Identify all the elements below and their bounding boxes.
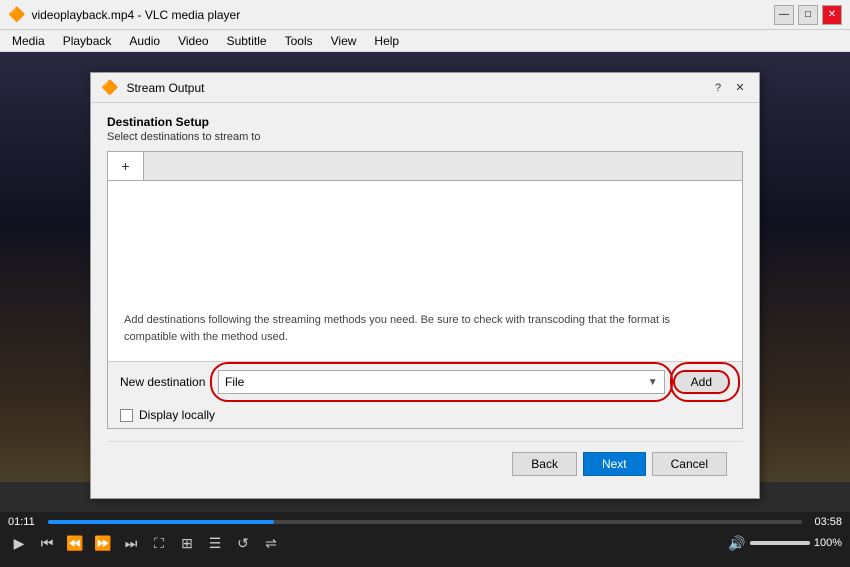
dialog-help-button[interactable]: ?	[709, 79, 727, 97]
volume-icon: 🔊	[728, 535, 745, 552]
prev-button[interactable]: ⏮	[36, 532, 58, 554]
dialog-body: Destination Setup Select destinations to…	[91, 103, 759, 498]
volume-bar[interactable]	[750, 541, 810, 545]
progress-bar-fill	[48, 520, 274, 524]
time-total: 03:58	[806, 516, 842, 528]
fullscreen-button[interactable]: ⛶	[148, 532, 170, 554]
destination-setup-subtitle: Select destinations to stream to	[107, 131, 743, 143]
next-frame-button[interactable]: ⏩	[92, 532, 114, 554]
window-title: videoplayback.mp4 - VLC media player	[31, 8, 240, 22]
play-button[interactable]: ▶	[8, 532, 30, 554]
controls-buttons-row: ▶ ⏮ ⏪ ⏩ ⏭ ⛶ ⊞ ☰ ↺ ⇌ 🔊 100%	[0, 530, 850, 556]
menu-tools[interactable]: Tools	[277, 32, 321, 50]
loop-button[interactable]: ↺	[232, 532, 254, 554]
vlc-background: 🔶 videoplayback.mp4 - VLC media player —…	[0, 0, 850, 567]
tabs-content-area: + Add destinations following the streami…	[107, 151, 743, 429]
vlc-app-icon: 🔶	[8, 6, 25, 23]
random-button[interactable]: ⇌	[260, 532, 282, 554]
dropdown-arrow-icon: ▼	[648, 377, 658, 388]
info-text: Add destinations following the streaming…	[124, 312, 724, 345]
controls-bar: 01:11 03:58 ▶ ⏮ ⏪ ⏩ ⏭ ⛶ ⊞ ☰ ↺ ⇌ 🔊 100%	[0, 512, 850, 567]
progress-row: 01:11 03:58	[0, 512, 850, 530]
extended-button[interactable]: ⊞	[176, 532, 198, 554]
dropdown-value: File	[225, 375, 244, 389]
dialog-footer: Back Next Cancel	[107, 441, 743, 486]
time-elapsed: 01:11	[8, 516, 44, 528]
menu-video[interactable]: Video	[170, 32, 216, 50]
dialog-vlc-icon: 🔶	[101, 79, 118, 96]
menu-bar: Media Playback Audio Video Subtitle Tool…	[0, 30, 850, 52]
menu-subtitle[interactable]: Subtitle	[219, 32, 275, 50]
destination-dropdown[interactable]: File ▼	[218, 370, 665, 394]
prev-frame-button[interactable]: ⏪	[64, 532, 86, 554]
dialog-title-text: Stream Output	[126, 81, 204, 95]
cancel-button[interactable]: Cancel	[652, 452, 727, 476]
next-button[interactable]: ⏭	[120, 532, 142, 554]
display-locally-row: Display locally	[108, 402, 742, 428]
display-locally-checkbox[interactable]	[120, 409, 133, 422]
menu-help[interactable]: Help	[366, 32, 407, 50]
stream-output-dialog: 🔶 Stream Output ? ✕ Destination Setup Se…	[90, 72, 760, 499]
close-button[interactable]: ✕	[822, 5, 842, 25]
destination-setup-header: Destination Setup Select destinations to…	[107, 115, 743, 143]
volume-percentage: 100%	[814, 537, 842, 549]
volume-bar-fill	[750, 541, 810, 545]
add-destination-tab[interactable]: +	[108, 152, 144, 180]
new-destination-row: New destination File ▼ Add	[108, 361, 742, 402]
tabs-row: +	[108, 152, 742, 181]
progress-bar[interactable]	[48, 520, 802, 524]
menu-media[interactable]: Media	[4, 32, 53, 50]
file-dropdown-wrapper: File ▼	[218, 370, 665, 394]
dialog-close-button[interactable]: ✕	[731, 79, 749, 97]
destination-setup-title: Destination Setup	[107, 115, 743, 129]
volume-area: 🔊 100%	[728, 535, 842, 552]
content-area: Add destinations following the streaming…	[108, 181, 742, 361]
modal-overlay: 🔶 Stream Output ? ✕ Destination Setup Se…	[0, 52, 850, 482]
menu-playback[interactable]: Playback	[55, 32, 120, 50]
menu-view[interactable]: View	[323, 32, 365, 50]
dialog-title-bar: 🔶 Stream Output ? ✕	[91, 73, 759, 103]
maximize-button[interactable]: □	[798, 5, 818, 25]
add-destination-button[interactable]: Add	[673, 370, 730, 394]
next-button[interactable]: Next	[583, 452, 646, 476]
menu-audio[interactable]: Audio	[121, 32, 168, 50]
video-area: 🔶 Stream Output ? ✕ Destination Setup Se…	[0, 52, 850, 482]
minimize-button[interactable]: —	[774, 5, 794, 25]
display-locally-label: Display locally	[139, 408, 215, 422]
new-destination-label: New destination	[120, 375, 210, 389]
back-button[interactable]: Back	[512, 452, 577, 476]
title-bar: 🔶 videoplayback.mp4 - VLC media player —…	[0, 0, 850, 30]
playlist-button[interactable]: ☰	[204, 532, 226, 554]
